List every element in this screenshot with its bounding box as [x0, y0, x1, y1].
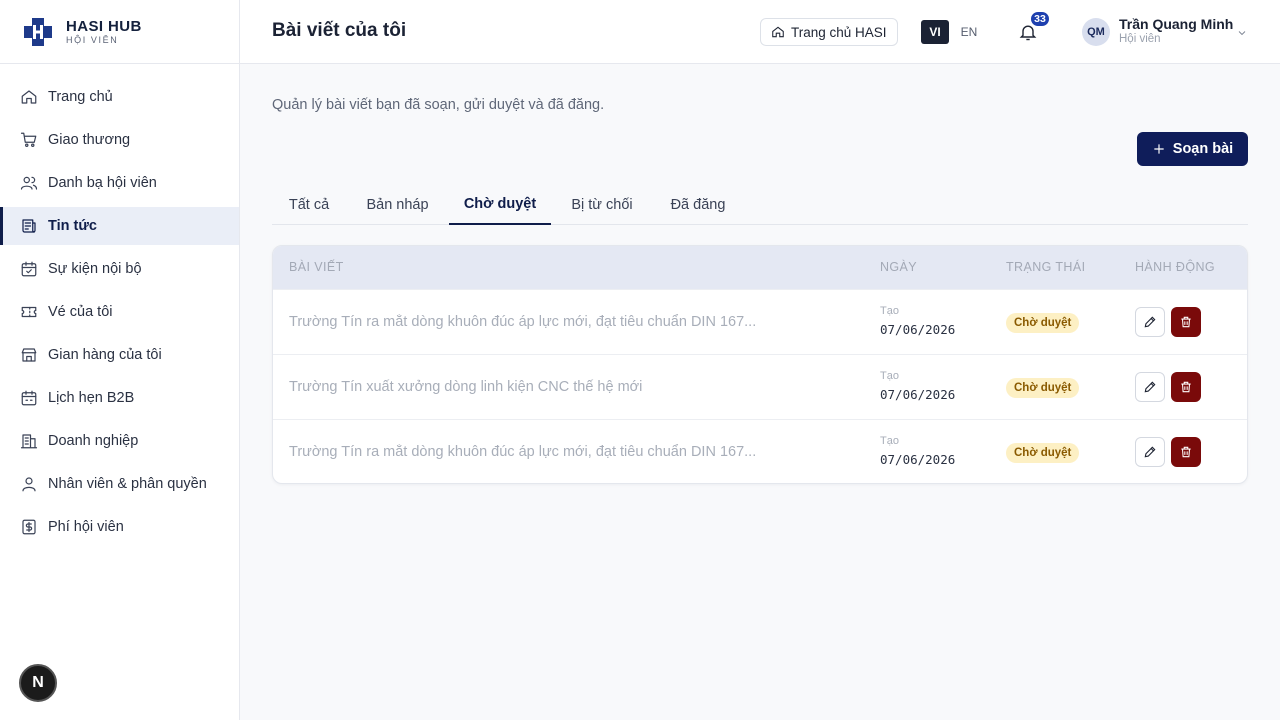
page-title: Bài viết của tôi [272, 20, 407, 41]
store-icon [21, 348, 37, 362]
edit-button[interactable] [1135, 372, 1165, 402]
column-header-article: BÀI VIẾT [289, 260, 344, 274]
sidebar-item-membership-fee[interactable]: Phí hội viên [0, 508, 239, 546]
status-badge: Chờ duyệt [1006, 313, 1080, 333]
avatar[interactable]: QM [1082, 18, 1110, 46]
created-date: 07/06/2026 [880, 387, 956, 402]
user-role: Hội viên [1119, 33, 1161, 45]
sidebar-item-label: Doanh nghiệp [48, 433, 139, 449]
sidebar-item-business[interactable]: Doanh nghiệp [0, 422, 239, 460]
sidebar-item-staff-permissions[interactable]: Nhân viên & phân quyền [0, 465, 239, 503]
delete-button[interactable] [1171, 437, 1201, 467]
delete-button[interactable] [1171, 307, 1201, 337]
tab-all[interactable]: Tất cả [272, 184, 346, 225]
notification-count-badge: 33 [1029, 10, 1051, 28]
trash-icon [1181, 316, 1191, 328]
pencil-icon [1144, 316, 1156, 328]
user-menu-toggle[interactable] [1236, 26, 1248, 38]
status-badge: Chờ duyệt [1006, 378, 1080, 398]
plus-icon [1154, 144, 1164, 154]
sidebar-item-label: Phí hội viên [48, 519, 124, 535]
hasi-home-label: Trang chủ HASI [791, 24, 887, 40]
tab-pending[interactable]: Chờ duyệt [449, 184, 551, 225]
sidebar-item-label: Tin tức [48, 218, 97, 234]
hasi-home-button[interactable]: Trang chủ HASI [760, 18, 898, 46]
lang-en-button[interactable]: EN [957, 20, 981, 44]
chevron-down-icon [1238, 31, 1246, 36]
date-label: Tạo [880, 435, 899, 447]
table-row[interactable]: Trường Tín ra mắt dòng khuôn đúc áp lực … [273, 289, 1247, 354]
sidebar-item-home[interactable]: Trang chủ [0, 78, 239, 116]
ticket-icon [21, 306, 37, 318]
dollar-icon [22, 519, 36, 535]
sidebar-item-news[interactable]: Tin tức [0, 207, 239, 245]
edit-button[interactable] [1135, 307, 1165, 337]
sidebar-item-trade[interactable]: Giao thương [0, 121, 239, 159]
status-tabs: Tất cả Bản nháp Chờ duyệt Bị từ chối Đã … [272, 184, 1248, 225]
tab-rejected[interactable]: Bị từ chối [557, 184, 647, 225]
sidebar-item-label: Danh bạ hội viên [48, 175, 157, 191]
calendar-icon [21, 390, 37, 406]
delete-button[interactable] [1171, 372, 1201, 402]
sidebar-item-label: Gian hàng của tôi [48, 347, 162, 363]
created-date: 07/06/2026 [880, 322, 956, 337]
users-icon [20, 176, 38, 190]
table-row[interactable]: Trường Tín ra mắt dòng khuôn đúc áp lực … [273, 419, 1247, 483]
pencil-icon [1144, 446, 1156, 458]
compose-label: Soạn bài [1172, 141, 1234, 157]
sidebar-item-member-directory[interactable]: Danh bạ hội viên [0, 164, 239, 202]
home-icon [21, 90, 37, 104]
sidebar-item-label: Nhân viên & phân quyền [48, 476, 207, 492]
article-title[interactable]: Trường Tín ra mắt dòng khuôn đúc áp lực … [289, 314, 849, 330]
created-date: 07/06/2026 [880, 452, 956, 467]
hasi-logo-icon [24, 17, 52, 46]
table-row[interactable]: Trường Tín xuất xưởng dòng linh kiện CNC… [273, 354, 1247, 419]
edit-button[interactable] [1135, 437, 1165, 467]
sidebar-item-label: Giao thương [48, 132, 131, 148]
lang-vi-button[interactable]: VI [921, 20, 949, 44]
home-icon [772, 26, 784, 38]
building-icon [20, 434, 38, 449]
trash-icon [1181, 381, 1191, 393]
top-header: Bài viết của tôi Trang chủ HASI VI EN 33… [240, 0, 1280, 64]
sidebar-item-label: Trang chủ [48, 89, 113, 105]
status-badge: Chờ duyệt [1006, 443, 1080, 463]
page-subtitle: Quản lý bài viết bạn đã soạn, gửi duyệt … [272, 97, 605, 113]
dev-tools-badge[interactable]: N [19, 664, 57, 702]
calendar-check-icon [21, 261, 37, 277]
table-header: BÀI VIẾT NGÀY TRẠNG THÁI HÀNH ĐỘNG [273, 246, 1247, 289]
compose-article-button[interactable]: Soạn bài [1137, 132, 1248, 166]
cart-icon [20, 132, 37, 147]
sidebar-item-my-tickets[interactable]: Vé của tôi [0, 293, 239, 331]
sidebar: HASI HUB HỘI VIÊN Trang chủ Giao thương … [0, 0, 240, 720]
date-label: Tạo [880, 305, 899, 317]
trash-icon [1181, 446, 1191, 458]
user-name[interactable]: Trần Quang Minh [1119, 16, 1233, 32]
sidebar-item-b2b-schedule[interactable]: Lịch hẹn B2B [0, 379, 239, 417]
column-header-status: TRẠNG THÁI [1006, 260, 1086, 274]
brand-sub: HỘI VIÊN [66, 34, 119, 45]
user-icon [22, 477, 36, 492]
tab-published[interactable]: Đã đăng [653, 184, 743, 225]
sidebar-item-label: Vé của tôi [48, 304, 113, 320]
sidebar-item-my-booth[interactable]: Gian hàng của tôi [0, 336, 239, 374]
tab-drafts[interactable]: Bản nháp [352, 184, 443, 225]
newspaper-icon [22, 219, 36, 233]
brand-name: HASI HUB [66, 17, 142, 35]
article-title[interactable]: Trường Tín xuất xưởng dòng linh kiện CNC… [289, 379, 849, 395]
article-title[interactable]: Trường Tín ra mắt dòng khuôn đúc áp lực … [289, 444, 849, 460]
column-header-date: NGÀY [880, 260, 918, 274]
sidebar-item-label: Lịch hẹn B2B [48, 390, 135, 406]
sidebar-item-label: Sự kiện nội bộ [48, 261, 142, 277]
date-label: Tạo [880, 370, 899, 382]
brand[interactable]: HASI HUB HỘI VIÊN [0, 0, 239, 64]
pencil-icon [1144, 381, 1156, 393]
articles-table: BÀI VIẾT NGÀY TRẠNG THÁI HÀNH ĐỘNG Trườn… [272, 245, 1248, 484]
sidebar-item-internal-events[interactable]: Sự kiện nội bộ [0, 250, 239, 288]
sidebar-nav: Trang chủ Giao thương Danh bạ hội viên T… [0, 64, 239, 546]
column-header-actions: HÀNH ĐỘNG [1135, 260, 1215, 274]
